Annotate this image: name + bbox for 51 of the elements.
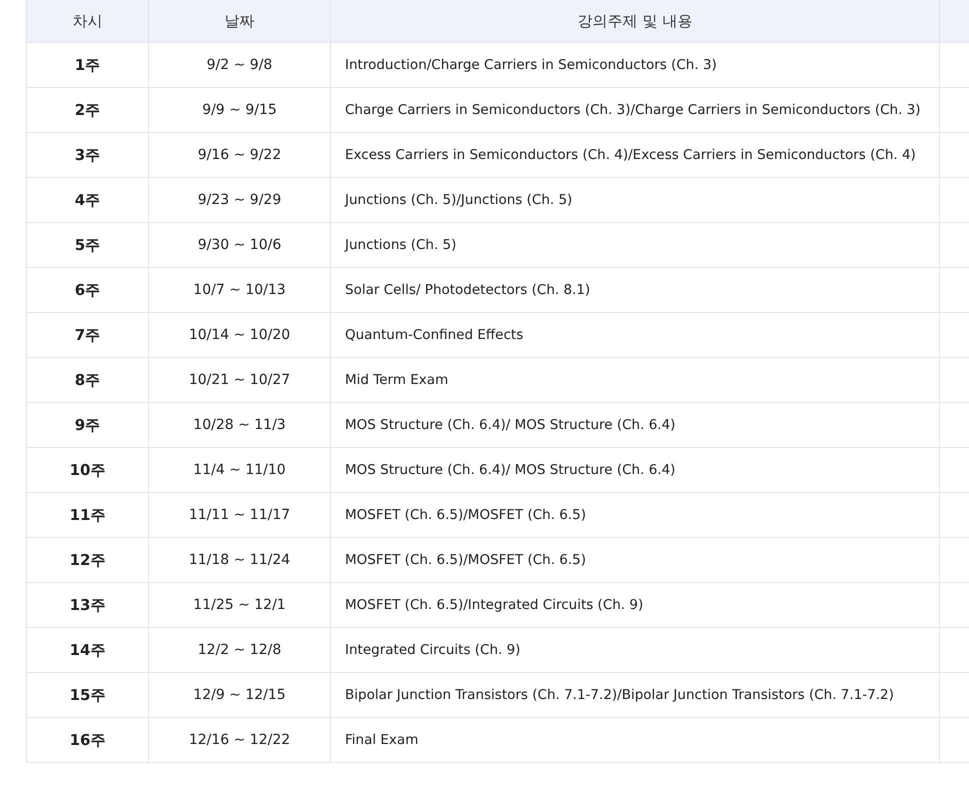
table-cell: Mid Term Exam	[330, 358, 940, 402]
table-cell: MOS Structure (Ch. 6.4)/ MOS Structure (Ch. 6.4)	[330, 448, 940, 492]
table-cell: 8주	[26, 358, 148, 402]
table-cell: 11/11 ~ 11/17	[148, 492, 330, 538]
table-cell: Solar Cells/ Photodetectors (Ch. 8.1)	[330, 268, 940, 312]
table-cell: 11/25 ~ 12/1	[148, 582, 330, 628]
table-cell: 15주	[26, 672, 148, 718]
table-cell: 11/4 ~ 11/10	[148, 448, 330, 492]
table-cell: Junctions (Ch. 5)/Junctions (Ch. 5)	[330, 178, 940, 222]
table-cell: Junctions (Ch. 5)	[330, 222, 940, 268]
table-cell: Introduction/Charge Carriers in Semiconductors (Ch. 3)	[330, 42, 940, 88]
table-cell: MOSFET (Ch. 6.5)/MOSFET (Ch. 6.5)	[330, 538, 940, 582]
table-cell: 10/28 ~ 11/3	[148, 402, 330, 448]
table-cell: 9/2 ~ 9/8	[148, 42, 330, 88]
table-cell: 6주	[26, 268, 148, 312]
table-cell: Integrated Circuits (Ch. 9)	[330, 628, 940, 672]
table-cell: 1주	[26, 42, 148, 88]
table-cell: 9주	[26, 402, 148, 448]
table-cell: Charge Carriers in Semiconductors (Ch. 3)/Charge Carriers in Semiconductors (Ch. 3)	[330, 88, 940, 132]
table-cell: 9/9 ~ 9/15	[148, 88, 330, 132]
table-cell: 10주	[26, 448, 148, 492]
table-cell: 9/30 ~ 10/6	[148, 222, 330, 268]
table-cell: Excess Carriers in Semiconductors (Ch. 4)/Excess Carriers in Semiconductors (Ch. 4)	[330, 132, 940, 178]
table-cell: 12/2 ~ 12/8	[148, 628, 330, 672]
column-header: 날짜	[148, 0, 330, 42]
table-cell: 5주	[26, 222, 148, 268]
table-cell: 10/14 ~ 10/20	[148, 312, 330, 358]
table-cell: 9/23 ~ 9/29	[148, 178, 330, 222]
table-cell: 11/18 ~ 11/24	[148, 538, 330, 582]
table-cell: 12/16 ~ 12/22	[148, 718, 330, 762]
table-cell: 14주	[26, 628, 148, 672]
table-cell: 10/21 ~ 10/27	[148, 358, 330, 402]
table-cell: Final Exam	[330, 718, 940, 762]
table-cell: 13주	[26, 582, 148, 628]
table-cell: 9/16 ~ 9/22	[148, 132, 330, 178]
table-cell: 10/7 ~ 10/13	[148, 268, 330, 312]
column-header: 강의주제 및 내용	[330, 0, 940, 42]
table-cell: 12/9 ~ 12/15	[148, 672, 330, 718]
table-cell: 16주	[26, 718, 148, 762]
table-cell: 4주	[26, 178, 148, 222]
table-cell: Bipolar Junction Transistors (Ch. 7.1-7.2)/Bipolar Junction Transistors (Ch. 7.1-7.2)	[330, 672, 940, 718]
table-cell: 7주	[26, 312, 148, 358]
column-header: 차시	[26, 0, 148, 42]
table-cell: 3주	[26, 132, 148, 178]
table-cell: MOSFET (Ch. 6.5)/Integrated Circuits (Ch. 9)	[330, 582, 940, 628]
table-cell: Quantum-Confined Effects	[330, 312, 940, 358]
table-cell: 2주	[26, 88, 148, 132]
table-cell: MOSFET (Ch. 6.5)/MOSFET (Ch. 6.5)	[330, 492, 940, 538]
table-cell: MOS Structure (Ch. 6.4)/ MOS Structure (Ch. 6.4)	[330, 402, 940, 448]
table-cell: 12주	[26, 538, 148, 582]
table-cell: 11주	[26, 492, 148, 538]
